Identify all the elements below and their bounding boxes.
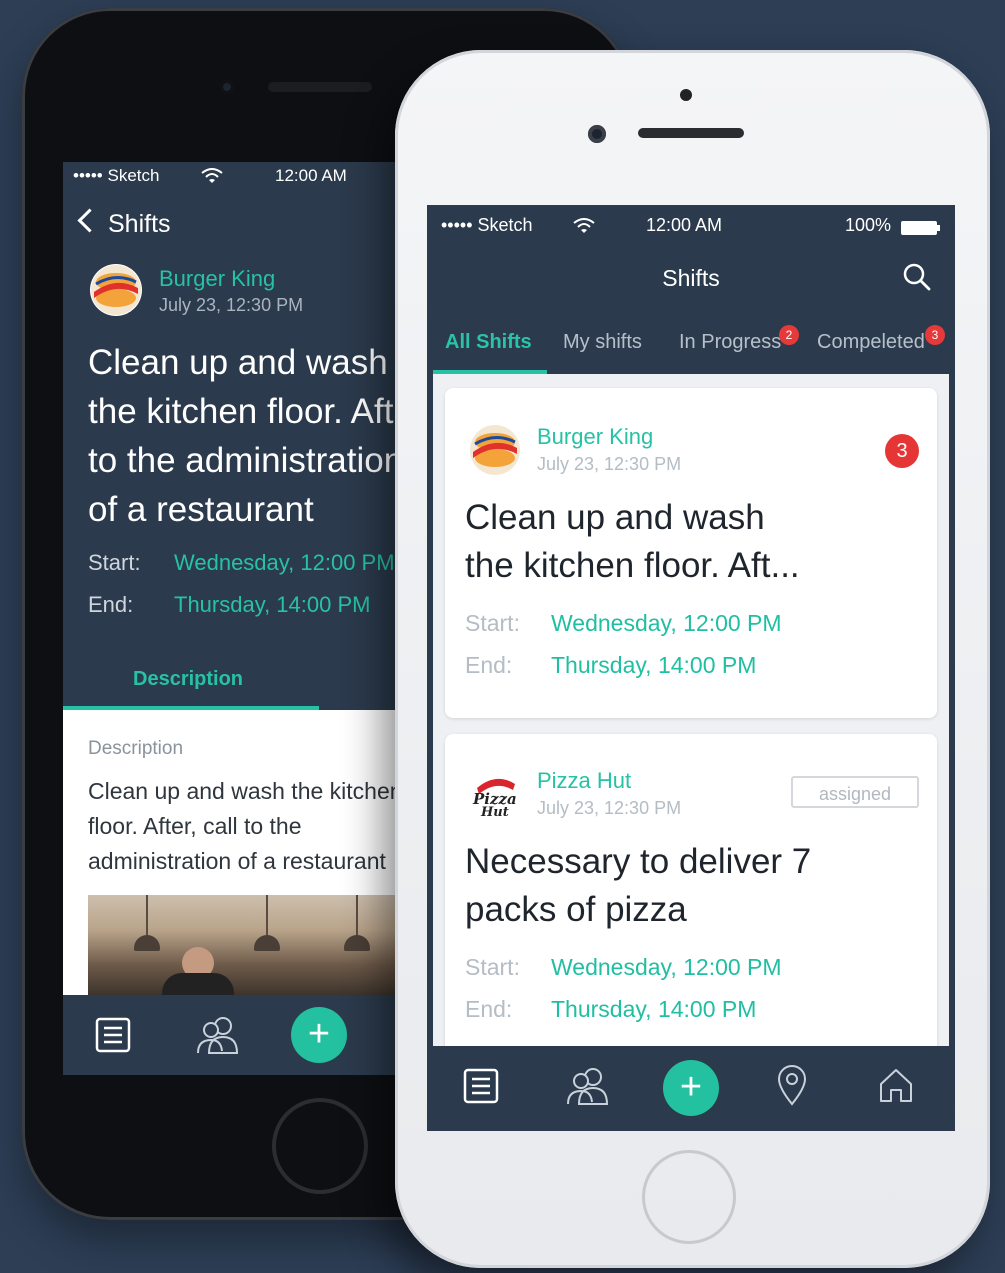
description-line: floor. After, call to the	[88, 813, 302, 839]
carrier-label: ••••• Sketch	[441, 215, 533, 235]
end-label: End:	[88, 592, 134, 617]
start-label: Start:	[465, 954, 520, 980]
front-phone-screen: ••••• Sketch 12:00 AM 100% Shifts All Sh…	[427, 205, 955, 1131]
description-text: Clean up and wash the kitchen floor. Aft…	[88, 774, 395, 879]
tab-bar: +	[427, 1046, 955, 1131]
shift-title-line: the kitchen floor. After, call	[88, 392, 395, 431]
speaker-grille	[268, 82, 372, 92]
camera-icon	[220, 80, 234, 94]
page-title: Shifts	[662, 265, 720, 291]
battery-percent: 100%	[845, 215, 892, 235]
shift-title: Necessary to deliver 7 packs of pizza	[465, 838, 905, 934]
tab-all-shifts[interactable]: All Shifts	[445, 331, 532, 354]
restaurant-photo	[88, 895, 395, 995]
home-icon[interactable]	[877, 1066, 915, 1104]
svg-text:Hut: Hut	[480, 805, 509, 820]
end-row: End: Thursday, 14:00 PM	[88, 592, 370, 618]
end-value: Thursday, 14:00 PM	[174, 592, 371, 617]
status-time: 12:00 AM	[275, 166, 347, 185]
shift-title-line: of a restaurant	[88, 490, 314, 529]
plus-icon: +	[307, 1013, 331, 1055]
tab-description[interactable]: Description	[133, 668, 243, 691]
start-label: Start:	[465, 610, 520, 636]
shift-title: Clean up and wash the kitchen floor. Aft…	[465, 494, 905, 590]
battery-tip	[937, 225, 940, 231]
end-value: Thursday, 14:00 PM	[551, 652, 757, 678]
shift-title-line: Clean up and wash	[88, 343, 388, 382]
plus-icon: +	[679, 1066, 703, 1108]
wifi-icon	[201, 168, 223, 183]
status-bar: ••••• Sketch 12:00 AM	[63, 162, 395, 190]
description-line: administration of a restaurant	[88, 848, 386, 874]
home-button[interactable]	[642, 1150, 736, 1244]
start-value: Wednesday, 12:00 PM	[551, 610, 782, 636]
description-line: Clean up and wash the kitchen	[88, 778, 395, 804]
people-icon[interactable]	[565, 1066, 611, 1106]
add-button[interactable]: +	[663, 1060, 719, 1116]
burger-king-logo	[90, 264, 142, 316]
shift-date: July 23, 12:30 PM	[159, 295, 304, 315]
company-name: Burger King	[537, 424, 654, 449]
tab-completed[interactable]: Compeleted	[817, 331, 925, 354]
burger-king-logo	[469, 424, 521, 476]
wifi-icon	[573, 218, 595, 233]
start-value: Wednesday, 12:00 PM	[174, 550, 395, 575]
proximity-sensor	[680, 89, 692, 101]
description-heading: Description	[88, 738, 184, 759]
people-icon[interactable]	[195, 1015, 241, 1055]
carrier-label: ••••• Sketch	[73, 166, 160, 185]
notification-count-badge: 3	[885, 434, 919, 468]
shift-date: July 23, 12:30 PM	[537, 798, 682, 818]
camera-icon	[588, 125, 606, 143]
back-phone-screen: ••••• Sketch 12:00 AM Shifts Burger King…	[63, 162, 395, 1075]
shift-title-line: Necessary to deliver 7	[465, 842, 812, 881]
add-button[interactable]: +	[291, 1007, 347, 1063]
shift-card[interactable]: Pizza Hut Pizza Hut July 23, 12:30 PM as…	[445, 734, 937, 1046]
nav-title: Shifts	[108, 210, 171, 238]
shift-title-line: packs of pizza	[465, 890, 687, 929]
shift-title-line: Clean up and wash	[465, 498, 765, 537]
battery-icon	[901, 221, 937, 235]
tab-my-shifts[interactable]: My shifts	[563, 331, 642, 354]
completed-badge: 3	[925, 325, 945, 345]
list-icon[interactable]	[463, 1068, 499, 1104]
shift-title-line: the kitchen floor. Aft...	[465, 546, 800, 585]
list-icon[interactable]	[95, 1017, 131, 1053]
in-progress-badge: 2	[779, 325, 799, 345]
end-label: End:	[465, 652, 513, 678]
start-row: Start: Wednesday, 12:00 PM	[88, 550, 395, 576]
start-value: Wednesday, 12:00 PM	[551, 954, 782, 980]
chevron-left-icon	[77, 208, 102, 233]
speaker-grille	[638, 128, 744, 138]
shift-list: Burger King July 23, 12:30 PM 3 Clean up…	[433, 374, 949, 1046]
shift-title-line: to the administration	[88, 441, 395, 480]
tab-in-progress[interactable]: In Progress	[679, 331, 781, 354]
company-name: Burger King	[159, 266, 276, 291]
search-icon[interactable]	[903, 263, 931, 291]
home-button[interactable]	[272, 1098, 368, 1194]
shift-title: Clean up and wash the kitchen floor. Aft…	[88, 338, 395, 534]
start-label: Start:	[88, 550, 141, 575]
company-name: Pizza Hut	[537, 768, 632, 793]
tab-bar: +	[63, 995, 395, 1075]
pizza-hut-logo: Pizza Hut	[469, 768, 521, 820]
location-pin-icon[interactable]	[777, 1064, 807, 1106]
back-nav-button[interactable]: Shifts	[77, 208, 171, 239]
end-value: Thursday, 14:00 PM	[551, 996, 757, 1022]
status-badge: assigned	[791, 776, 919, 808]
shift-card[interactable]: Burger King July 23, 12:30 PM 3 Clean up…	[445, 388, 937, 718]
end-label: End:	[465, 996, 513, 1022]
shift-date: July 23, 12:30 PM	[537, 454, 682, 474]
status-time: 12:00 AM	[646, 215, 723, 235]
